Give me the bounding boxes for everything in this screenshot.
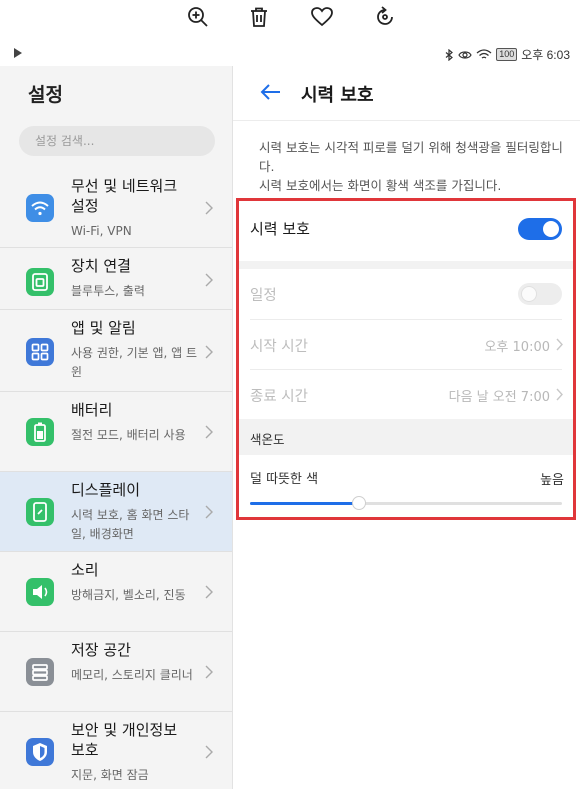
sidebar-item-label: 배터리	[71, 401, 113, 419]
chevron-right-icon	[556, 338, 563, 351]
slider-thumb[interactable]	[352, 496, 367, 510]
chevron-right-icon	[205, 425, 213, 439]
sidebar-item-subtitle: 절전 모드, 배터리 사용	[71, 428, 186, 442]
wifi-status-icon	[476, 48, 492, 61]
eye-comfort-toggle[interactable]	[518, 218, 562, 240]
schedule-label: 일정	[250, 288, 277, 304]
status-time: 오후 6:03	[521, 48, 570, 62]
battery-status: 100	[496, 48, 518, 61]
sidebar-item-device-connection[interactable]: 장치 연결 블루투스, 출력	[0, 248, 232, 310]
eye-comfort-description: 시력 보호는 시각적 피로를 덜기 위해 청색광을 필터링합니다. 시력 보호에서…	[259, 138, 569, 195]
image-viewer-toolbar	[0, 0, 580, 36]
eye-comfort-label: 시력 보호	[250, 220, 310, 238]
eye-comfort-row[interactable]: 시력 보호	[236, 197, 576, 261]
end-time-value: 다음 날 오전 7:00	[448, 390, 550, 405]
sidebar-item-label: 소리	[71, 561, 99, 579]
sidebar-item-subtitle: Wi-Fi, VPN	[71, 224, 132, 238]
sidebar-item-label: 디스플레이	[71, 481, 141, 499]
schedule-row[interactable]: 일정	[236, 269, 576, 319]
chevron-right-icon	[205, 273, 213, 287]
chevron-right-icon	[205, 505, 213, 519]
chevron-right-icon	[205, 201, 213, 215]
sidebar-item-subtitle: 시력 보호, 홈 화면 스타일, 배경화면	[71, 508, 190, 541]
start-time-value: 오후 10:00	[484, 340, 550, 355]
play-store-icon	[12, 47, 24, 59]
sidebar-item-subtitle: 방해금지, 벨소리, 진동	[71, 588, 186, 602]
toggle-knob	[521, 286, 537, 302]
apps-icon	[26, 338, 54, 366]
schedule-toggle[interactable]	[518, 283, 562, 305]
trash-icon[interactable]	[246, 4, 272, 30]
bluetooth-icon	[445, 48, 454, 61]
eye-comfort-panel: 시력 보호 시력 보호는 시각적 피로를 덜기 위해 청색광을 필터링합니다. 시…	[233, 66, 580, 789]
wifi-icon	[26, 194, 54, 222]
chevron-right-icon	[205, 345, 213, 359]
shield-icon	[26, 738, 54, 766]
sound-icon	[26, 578, 54, 606]
end-time-label: 종료 시간	[250, 389, 308, 405]
page-title: 시력 보호	[301, 85, 374, 106]
sidebar-item-display[interactable]: 디스플레이 시력 보호, 홈 화면 스타일, 배경화면	[0, 472, 232, 552]
sidebar-item-subtitle: 메모리, 스토리지 클리너	[71, 668, 193, 682]
description-text: 시력 보호는 시각적 피로를 덜기 위해 청색광을 필터링합니다. 시력 보호에서…	[259, 140, 563, 193]
storage-icon	[26, 658, 54, 686]
sidebar-item-label: 보안 및 개인정보 보호	[71, 721, 178, 759]
sidebar-item-label: 장치 연결	[71, 257, 131, 275]
sidebar-item-subtitle: 지문, 화면 잠금	[71, 768, 149, 782]
section-spacer	[236, 261, 576, 269]
sidebar-item-subtitle: 블루투스, 출력	[71, 284, 145, 298]
slider-fill	[250, 502, 360, 505]
color-temp-left-label: 덜 따뜻한 색	[250, 472, 319, 487]
color-temp-right-label: 높음	[540, 473, 564, 488]
toggle-knob	[543, 221, 559, 237]
sidebar-item-storage[interactable]: 저장 공간 메모리, 스토리지 클리너	[0, 632, 232, 712]
sidebar-item-battery[interactable]: 배터리 절전 모드, 배터리 사용	[0, 392, 232, 472]
settings-sidebar: 설정 무선 및 네트워크 설정 Wi-Fi, VPN 장치 연결 블루투스, 출…	[0, 66, 233, 789]
settings-search-input[interactable]	[19, 126, 215, 156]
settings-title: 설정	[28, 84, 63, 106]
sidebar-item-apps-notifications[interactable]: 앱 및 알림 사용 권한, 기본 앱, 앱 트윈	[0, 310, 232, 392]
divider	[233, 120, 580, 121]
heart-icon[interactable]	[309, 4, 335, 30]
display-icon	[26, 498, 54, 526]
sidebar-item-label: 앱 및 알림	[71, 319, 136, 337]
start-time-row[interactable]: 시작 시간 오후 10:00	[236, 320, 576, 369]
device-connection-icon	[26, 268, 54, 296]
zoom-in-icon[interactable]	[185, 4, 211, 30]
chevron-right-icon	[205, 745, 213, 759]
chevron-right-icon	[205, 665, 213, 679]
sidebar-item-wireless-network[interactable]: 무선 및 네트워크 설정 Wi-Fi, VPN	[0, 168, 232, 248]
eye-comfort-settings: 시력 보호 일정 시작 시간 오후 10:00 종료 시간 다음 날 오전 7:…	[236, 197, 576, 529]
rotate-icon[interactable]	[372, 4, 398, 30]
sidebar-item-label: 저장 공간	[71, 641, 131, 659]
status-bar: 100 오후 6:03	[0, 42, 580, 66]
chevron-right-icon	[205, 585, 213, 599]
sidebar-item-label: 무선 및 네트워크 설정	[71, 177, 178, 215]
color-temp-row: 덜 따뜻한 색 높음	[236, 455, 576, 519]
color-temp-section-label: 색온도	[250, 432, 285, 447]
start-time-label: 시작 시간	[250, 339, 308, 355]
end-time-row[interactable]: 종료 시간 다음 날 오전 7:00	[236, 370, 576, 419]
back-arrow-icon[interactable]	[259, 80, 283, 104]
battery-icon	[26, 418, 54, 446]
color-temp-slider[interactable]	[250, 496, 562, 510]
sidebar-item-security-privacy[interactable]: 보안 및 개인정보 보호 지문, 화면 잠금	[0, 712, 232, 792]
chevron-right-icon	[556, 388, 563, 401]
sidebar-item-subtitle: 사용 권한, 기본 앱, 앱 트윈	[71, 346, 198, 379]
sidebar-item-sound[interactable]: 소리 방해금지, 벨소리, 진동	[0, 552, 232, 632]
eye-comfort-icon	[458, 49, 472, 61]
color-temp-section-header: 색온도	[236, 419, 576, 455]
